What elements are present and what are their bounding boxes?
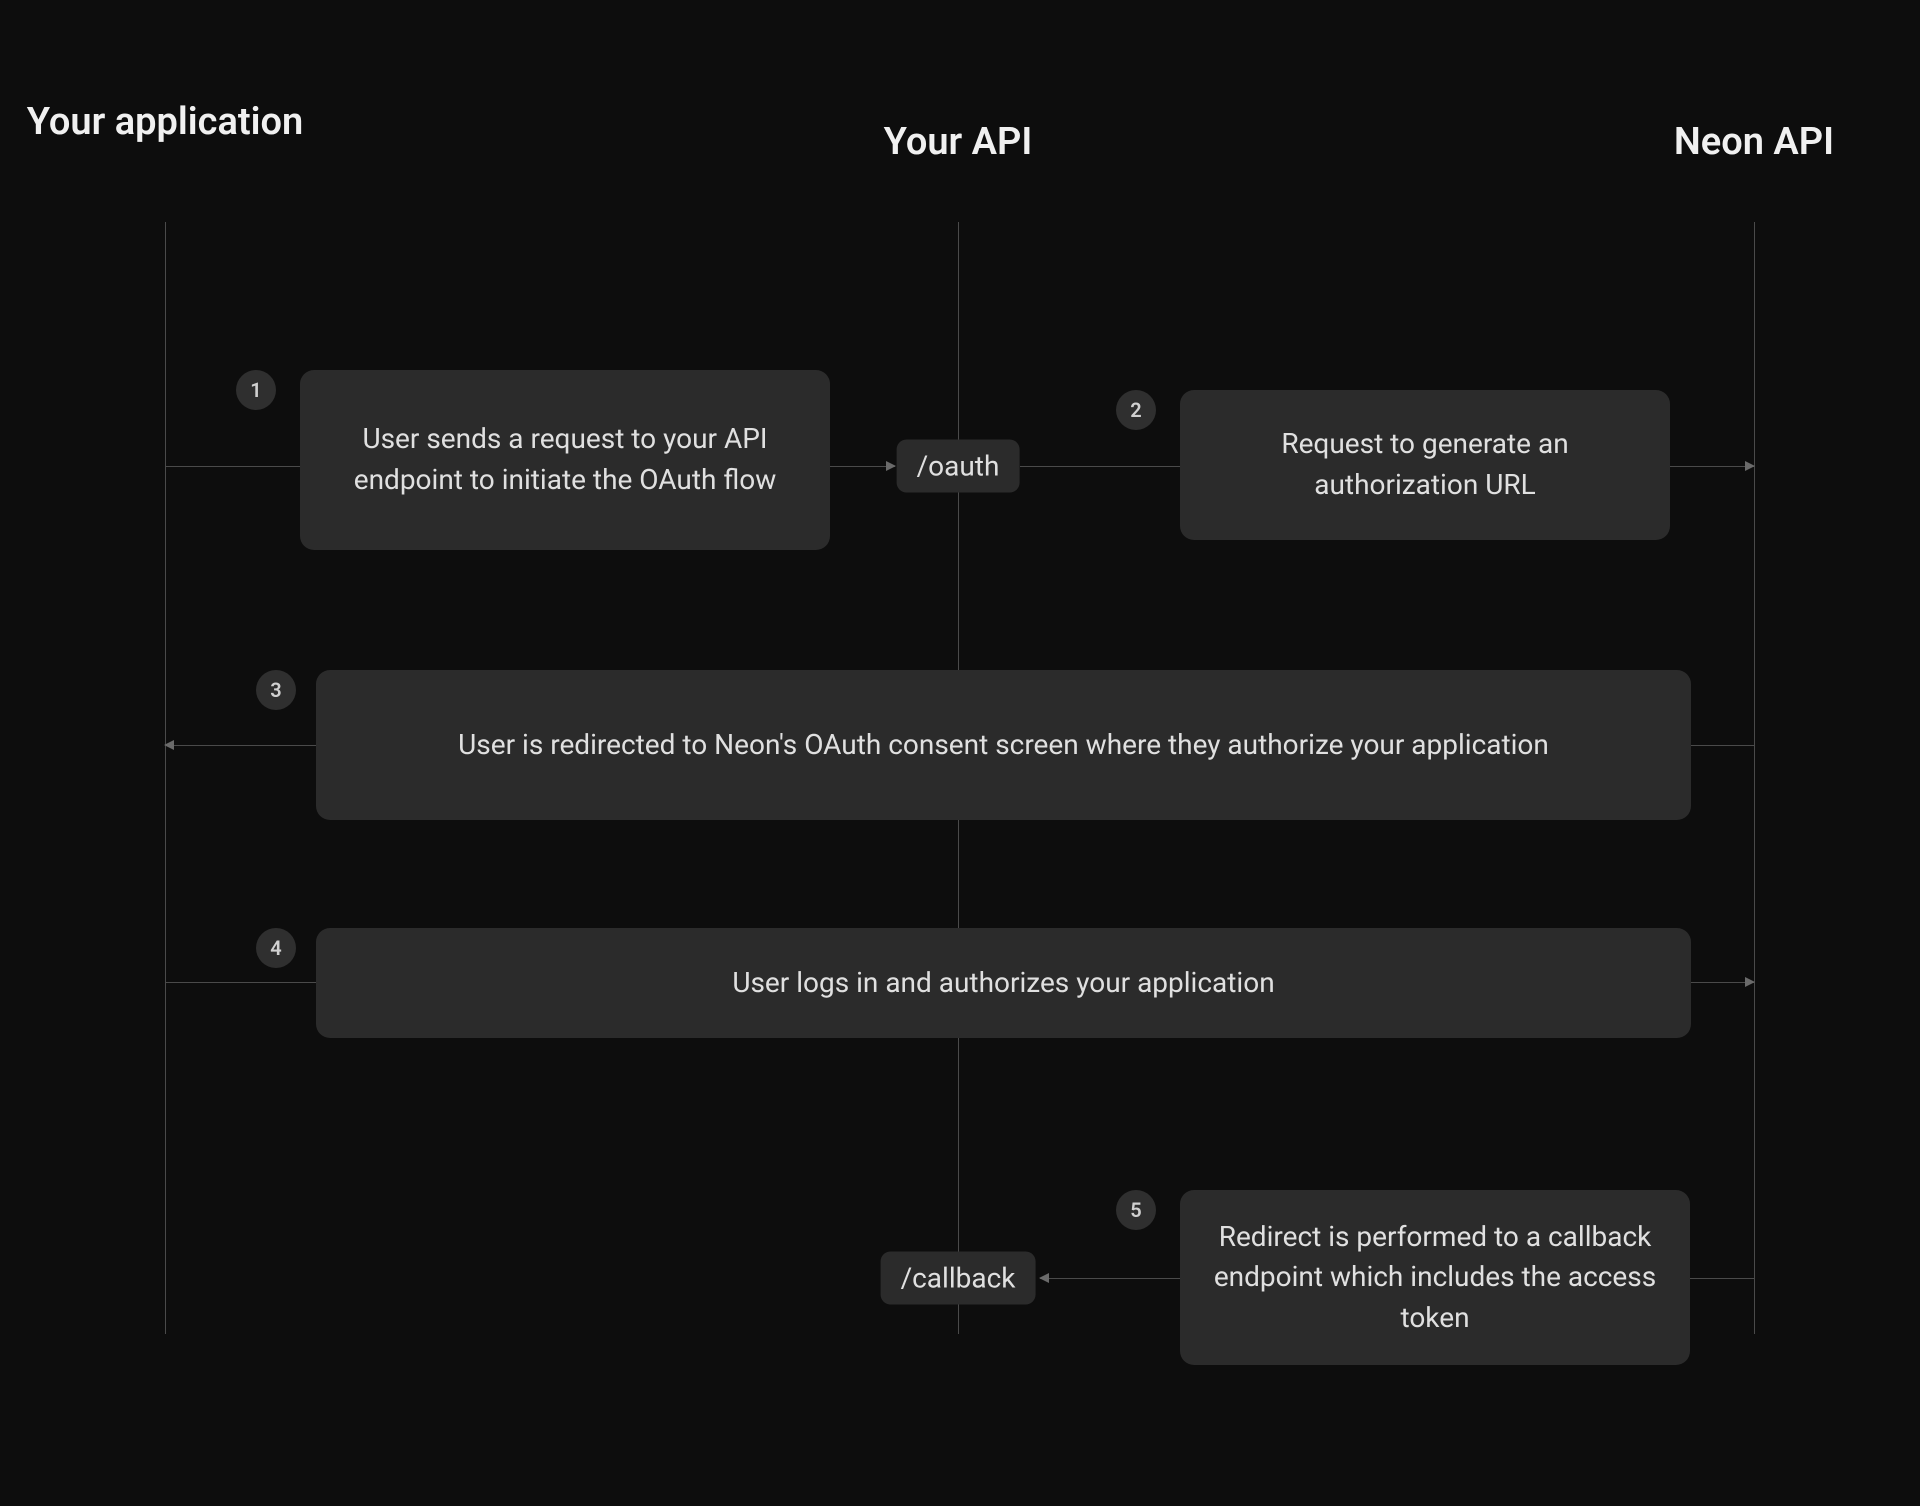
step-1-text: User sends a request to your API endpoin… — [332, 419, 798, 500]
step-2-text: Request to generate an authorization URL — [1212, 424, 1638, 505]
lifeline-your-application — [165, 222, 166, 1334]
step-1-arrow-to-oauth — [830, 466, 895, 467]
step-3-arrow-to-app — [165, 745, 316, 746]
step-5-arrow-to-callback — [1040, 1278, 1180, 1279]
step-4-badge: 4 — [256, 928, 296, 968]
step-1-connector-left — [165, 466, 300, 467]
step-5-box: Redirect is performed to a callback endp… — [1180, 1190, 1690, 1365]
step-5-badge: 5 — [1116, 1190, 1156, 1230]
step-3-badge: 3 — [256, 670, 296, 710]
endpoint-callback: /callback — [881, 1252, 1036, 1305]
lifeline-neon-api — [1754, 222, 1755, 1334]
endpoint-oauth: /oauth — [897, 440, 1020, 493]
step-4-box: User logs in and authorizes your applica… — [316, 928, 1691, 1038]
step-3-text: User is redirected to Neon's OAuth conse… — [458, 725, 1549, 766]
column-header-your-application: Your application — [25, 100, 305, 146]
step-2-box: Request to generate an authorization URL — [1180, 390, 1670, 540]
step-3-box: User is redirected to Neon's OAuth conse… — [316, 670, 1691, 820]
step-4-text: User logs in and authorizes your applica… — [732, 963, 1274, 1004]
step-5-text: Redirect is performed to a callback endp… — [1212, 1217, 1658, 1339]
step-3-connector-right — [1691, 745, 1754, 746]
step-2-connector-left — [1020, 466, 1180, 467]
step-5-connector-right — [1690, 1278, 1754, 1279]
step-1-box: User sends a request to your API endpoin… — [300, 370, 830, 550]
step-1-badge: 1 — [236, 370, 276, 410]
column-header-your-api: Your API — [884, 120, 1033, 166]
step-4-connector-left — [165, 982, 316, 983]
step-4-arrow-to-neon — [1691, 982, 1754, 983]
step-2-arrow-to-neon — [1670, 466, 1754, 467]
column-header-neon-api: Neon API — [1674, 120, 1834, 166]
step-2-badge: 2 — [1116, 390, 1156, 430]
